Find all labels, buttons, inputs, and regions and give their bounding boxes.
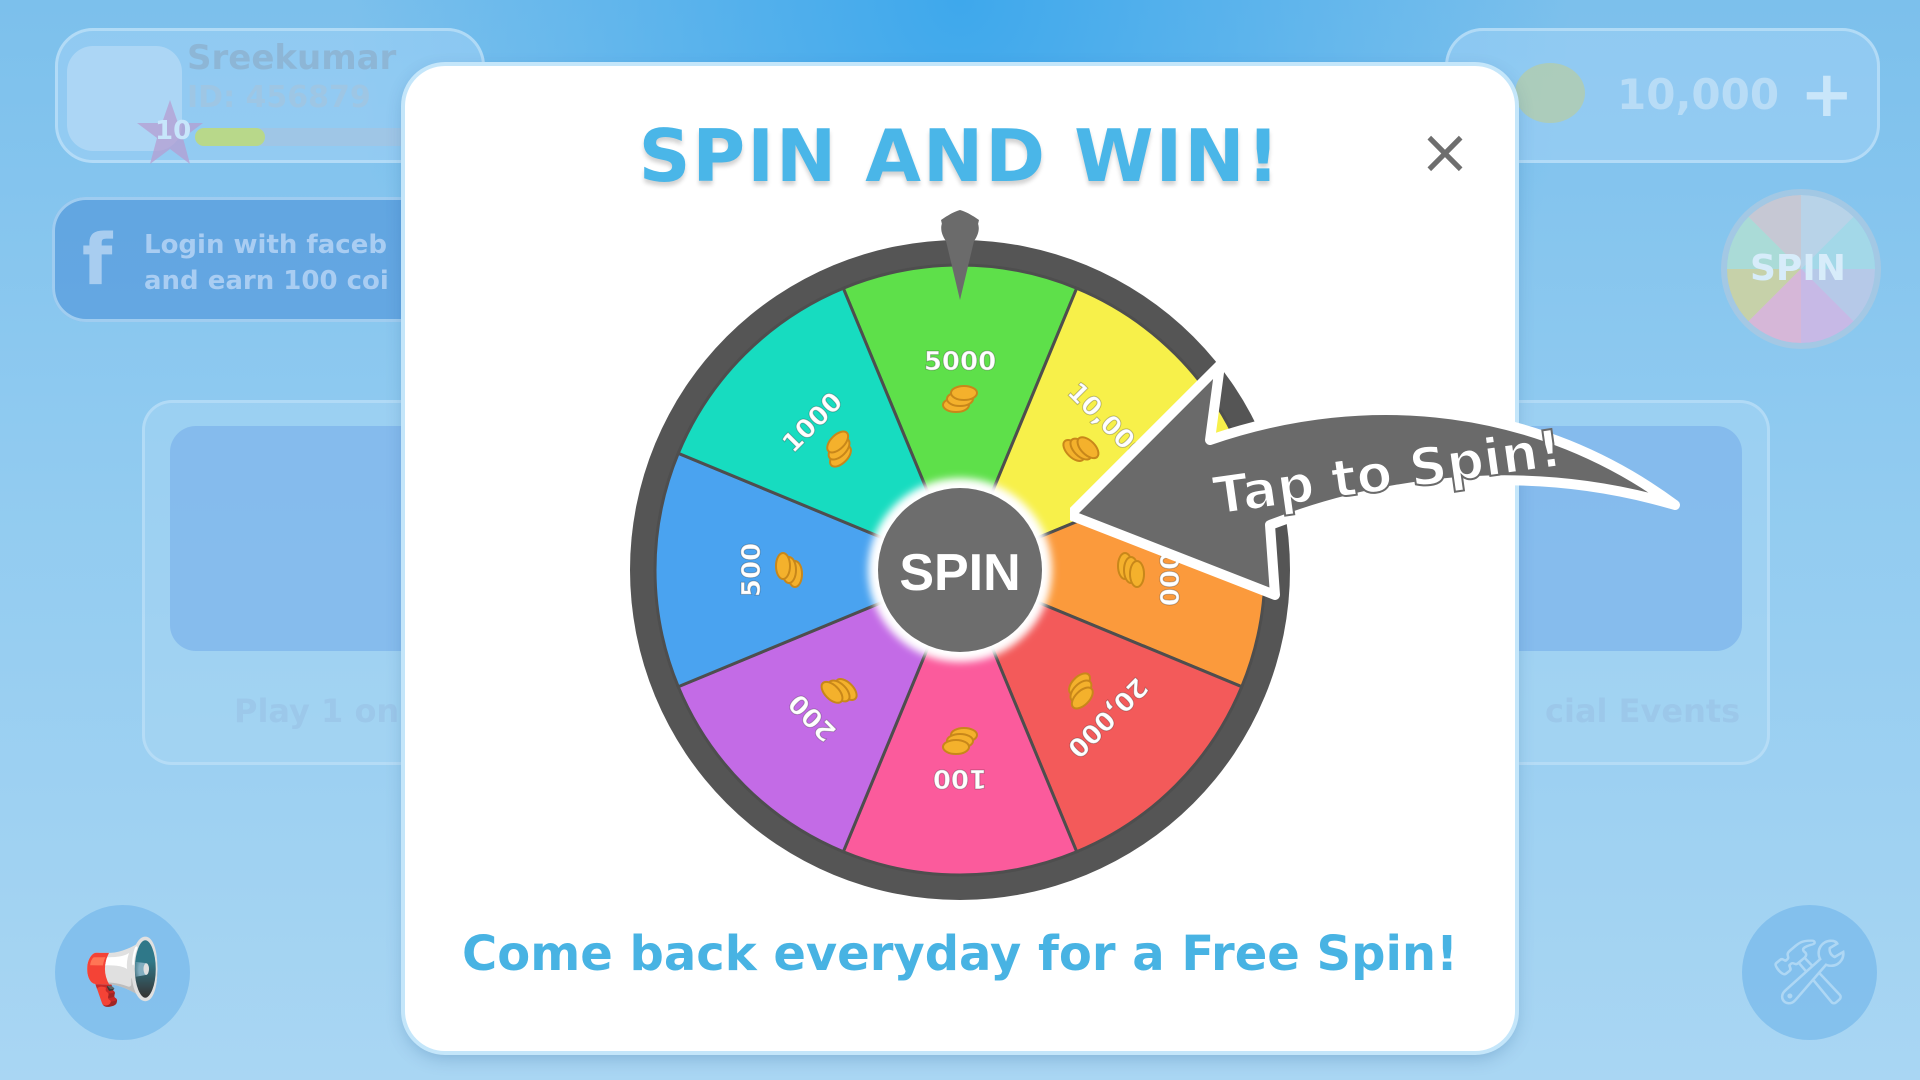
facebook-icon: f (82, 219, 113, 301)
facebook-login-line1: Login with faceb (144, 230, 387, 260)
tools-icon: 🛠 (1768, 936, 1851, 1010)
free-spin-message: Come back everyday for a Free Spin! (462, 926, 1458, 982)
level-number: 10 (155, 116, 192, 146)
coin-stack-icon (1515, 63, 1585, 123)
wheel-prize-label: 5000 (924, 347, 996, 377)
play-card-label: Play 1 on (234, 692, 400, 730)
close-icon: × (1419, 114, 1471, 188)
add-coins-button[interactable]: + (1800, 58, 1854, 132)
wheel-prize-label: 100 (933, 763, 987, 793)
wheel-prize-label: 500 (737, 543, 767, 597)
dialog-title: SPIN AND WIN! (638, 114, 1282, 198)
profile-name: Sreekumar (187, 38, 397, 78)
settings-button[interactable]: 🛠 (1742, 905, 1877, 1040)
xp-bar-fill (195, 128, 265, 146)
megaphone-icon: 📢 (82, 936, 163, 1010)
facebook-login-line2: and earn 100 coi (144, 266, 389, 296)
announcement-button[interactable]: 📢 (55, 905, 190, 1040)
mini-spin-label: SPIN (1750, 248, 1846, 289)
tap-to-spin-callout: Tap to Spin! (1070, 360, 1680, 600)
coin-balance: 10,000 (1617, 70, 1780, 119)
profile-id: ID: 456879 (187, 80, 371, 115)
special-events-label: cial Events (1545, 692, 1741, 730)
close-button[interactable]: × (1405, 111, 1485, 191)
spin-button[interactable]: SPIN (868, 478, 1052, 662)
spin-button-label: SPIN (899, 544, 1020, 602)
